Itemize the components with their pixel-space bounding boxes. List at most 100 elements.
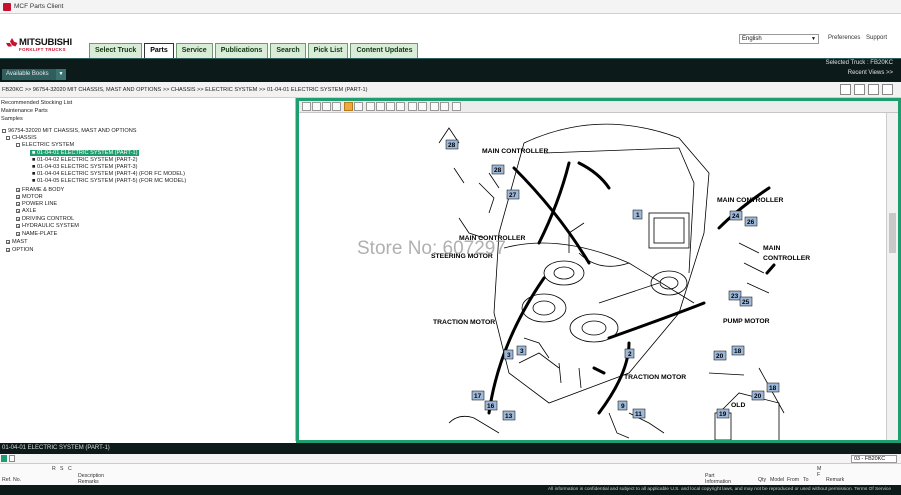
callout-28a[interactable]: 28 bbox=[448, 142, 456, 149]
tab-service[interactable]: Service bbox=[175, 43, 213, 58]
callout-3b[interactable]: 3 bbox=[520, 348, 524, 355]
tree-item-book[interactable]: -96754-32020 MIT CHASSIS, MAST AND OPTIO… bbox=[2, 128, 137, 134]
expand-icon[interactable]: + bbox=[16, 194, 20, 199]
callout-20b[interactable]: 20 bbox=[754, 393, 762, 400]
expand-icon[interactable]: + bbox=[16, 216, 20, 221]
split-view-icon[interactable] bbox=[868, 84, 879, 95]
expand-icon[interactable]: + bbox=[16, 201, 20, 206]
col-model[interactable]: Model bbox=[770, 477, 784, 483]
preferences-link[interactable]: Preferences bbox=[828, 35, 860, 41]
tree-item-part-1[interactable]: ■ 01-04-01 ELECTRIC SYSTEM (PART-1) bbox=[30, 150, 140, 156]
tree-item-motor[interactable]: + MOTOR bbox=[16, 194, 43, 200]
tree-item-chassis[interactable]: - CHASSIS bbox=[6, 135, 37, 141]
tree-item-part-4[interactable]: ■ 01-04-04 ELECTRIC SYSTEM (PART-4) (FOR… bbox=[32, 171, 185, 177]
next-page-icon[interactable] bbox=[322, 102, 331, 111]
col-from[interactable]: From bbox=[787, 477, 799, 483]
tab-parts[interactable]: Parts bbox=[144, 43, 174, 58]
expand-icon[interactable]: + bbox=[16, 208, 20, 213]
collapse-icon[interactable]: - bbox=[6, 135, 10, 140]
callout-19[interactable]: 19 bbox=[719, 411, 727, 418]
callout-17[interactable]: 17 bbox=[474, 393, 482, 400]
tree-item-option[interactable]: + OPTION bbox=[6, 247, 33, 253]
callout-25[interactable]: 25 bbox=[742, 299, 750, 306]
callout-20a[interactable]: 20 bbox=[716, 353, 724, 360]
expand-icon[interactable] bbox=[882, 84, 893, 95]
tree-item-axle[interactable]: + AXLE bbox=[16, 208, 36, 214]
tree-item-frame-body[interactable]: + FRAME & BODY bbox=[16, 187, 64, 193]
tree-item-name-plate[interactable]: + NAME-PLATE bbox=[16, 231, 57, 237]
callout-2[interactable]: 2 bbox=[628, 351, 632, 358]
truck-model-select[interactable]: 03 - FB20KC bbox=[851, 455, 897, 463]
callout-18b[interactable]: 18 bbox=[769, 385, 777, 392]
tree-item-power-line[interactable]: + POWER LINE bbox=[16, 201, 57, 207]
tab-select-truck[interactable]: Select Truck bbox=[89, 43, 143, 58]
callout-1[interactable]: 1 bbox=[636, 212, 640, 219]
zoom-window-icon[interactable] bbox=[386, 102, 395, 111]
samples-link[interactable]: Samples bbox=[1, 116, 23, 122]
tree-item-electric-system[interactable]: - ELECTRIC SYSTEM bbox=[16, 142, 74, 148]
select-icon[interactable] bbox=[354, 102, 363, 111]
first-page-icon[interactable] bbox=[302, 102, 311, 111]
export-icon[interactable] bbox=[9, 455, 15, 462]
prev-page-icon[interactable] bbox=[312, 102, 321, 111]
invert-icon[interactable] bbox=[418, 102, 427, 111]
col-to[interactable]: To bbox=[803, 477, 808, 483]
tree-item-hydraulic-system[interactable]: + HYDRAULIC SYSTEM bbox=[16, 223, 79, 229]
callout-3a[interactable]: 3 bbox=[507, 352, 511, 359]
rotate-icon[interactable] bbox=[408, 102, 417, 111]
zoom-in-icon[interactable] bbox=[366, 102, 375, 111]
zoom-out-icon[interactable] bbox=[376, 102, 385, 111]
tree-item-driving-control[interactable]: + DRIVING CONTROL bbox=[16, 216, 74, 222]
pan-hand-icon[interactable] bbox=[344, 102, 353, 111]
tab-pick-list[interactable]: Pick List bbox=[307, 43, 349, 58]
callout-26[interactable]: 26 bbox=[747, 219, 755, 226]
expand-icon[interactable]: + bbox=[16, 231, 20, 236]
col-s[interactable]: S bbox=[60, 466, 63, 472]
tab-publications[interactable]: Publications bbox=[214, 43, 269, 58]
support-link[interactable]: Support bbox=[866, 35, 887, 41]
add-to-pick-list-icon[interactable] bbox=[1, 455, 7, 462]
tree-item-mast[interactable]: + MAST bbox=[6, 239, 28, 245]
callout-18a[interactable]: 18 bbox=[734, 348, 742, 355]
tab-content-updates[interactable]: Content Updates bbox=[350, 43, 419, 58]
tree-item-part-5[interactable]: ■ 01-04-05 ELECTRIC SYSTEM (PART-5) (FOR… bbox=[32, 178, 186, 184]
print-icon[interactable] bbox=[854, 84, 865, 95]
col-remark[interactable]: Remark bbox=[826, 477, 844, 483]
parts-diagram[interactable]: MAIN CONTROLLER MAIN CONTROLLER MAIN CON… bbox=[299, 113, 886, 440]
expand-icon[interactable]: + bbox=[6, 239, 10, 244]
maintenance-parts-link[interactable]: Maintenance Parts bbox=[1, 108, 48, 114]
recommended-stocking-link[interactable]: Recommended Stocking List bbox=[1, 100, 72, 106]
callout-16[interactable]: 16 bbox=[487, 403, 495, 410]
col-c[interactable]: C bbox=[68, 466, 72, 472]
callout-9[interactable]: 9 bbox=[621, 403, 625, 410]
language-select[interactable]: English ▼ bbox=[739, 34, 819, 44]
footer-legal-text[interactable]: All information is confidential and subj… bbox=[548, 487, 891, 492]
col-ref-no[interactable]: Ref. No. bbox=[2, 477, 21, 483]
tab-search[interactable]: Search bbox=[270, 43, 306, 58]
col-r[interactable]: R bbox=[52, 466, 56, 472]
collapse-icon[interactable]: - bbox=[16, 142, 20, 147]
callout-24[interactable]: 24 bbox=[732, 213, 740, 220]
print-drawing-icon[interactable] bbox=[430, 102, 439, 111]
col-f[interactable]: F bbox=[817, 472, 820, 478]
tree-item-part-3[interactable]: ■ 01-04-03 ELECTRIC SYSTEM (PART-3) bbox=[32, 164, 137, 170]
fit-page-icon[interactable] bbox=[396, 102, 405, 111]
expand-icon[interactable]: + bbox=[16, 223, 20, 228]
available-books-select[interactable]: Available Books ▼ bbox=[2, 69, 66, 80]
callout-11[interactable]: 11 bbox=[635, 411, 642, 418]
scroll-thumb[interactable] bbox=[889, 213, 896, 253]
last-page-icon[interactable] bbox=[332, 102, 341, 111]
expand-icon[interactable]: + bbox=[6, 247, 10, 252]
copy-icon[interactable] bbox=[440, 102, 449, 111]
tree-item-part-2[interactable]: ■ 01-04-02 ELECTRIC SYSTEM (PART-2) bbox=[32, 157, 137, 163]
recent-views-link[interactable]: Recent Views >> bbox=[848, 70, 893, 76]
col-qty[interactable]: Qty bbox=[758, 477, 766, 483]
info-icon[interactable] bbox=[452, 102, 461, 111]
callout-27[interactable]: 27 bbox=[509, 192, 517, 199]
callout-28b[interactable]: 28 bbox=[494, 167, 502, 174]
expand-icon[interactable]: + bbox=[16, 187, 20, 192]
list-view-icon[interactable] bbox=[840, 84, 851, 95]
callout-23[interactable]: 23 bbox=[731, 293, 739, 300]
drawing-scrollbar[interactable] bbox=[886, 113, 898, 440]
collapse-icon[interactable]: - bbox=[2, 128, 6, 133]
